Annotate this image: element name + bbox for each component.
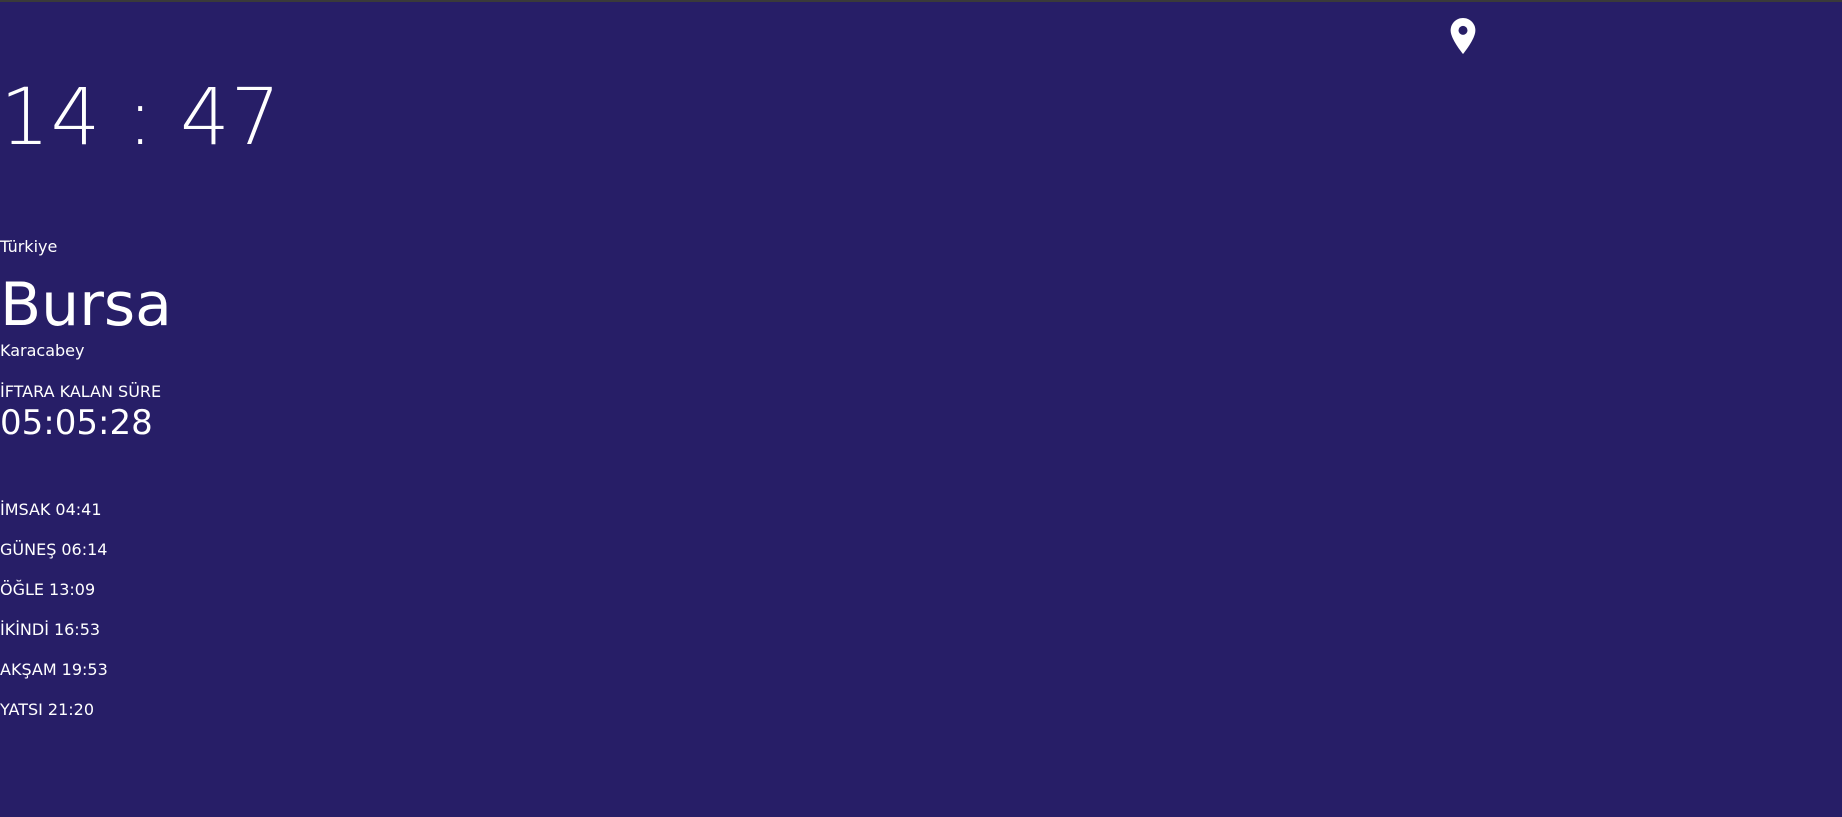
prayer-times-list: İMSAK 04:41 GÜNEŞ 06:14 ÖĞLE 13:09 İKİNDİ 16… [0,498,1842,738]
prayer-name: İMSAK [0,500,51,519]
prayer-name: AKŞAM [0,660,57,679]
prayer-time-aksam: AKŞAM 19:53 [0,658,1842,698]
prayer-name: ÖĞLE [0,580,45,599]
city-name: Bursa [0,270,172,340]
prayer-time: 06:14 [61,540,108,559]
map-pin-icon [1449,18,1477,58]
location-button[interactable] [1447,18,1479,58]
countdown-value: 05:05:28 [0,403,153,443]
prayer-time-ikindi: İKİNDİ 16:53 [0,618,1842,658]
prayer-time: 16:53 [53,620,101,639]
countdown-label: İFTARA KALAN SÜRE [0,382,162,401]
prayer-time: 04:41 [55,500,102,519]
prayer-name: YATSI [0,700,43,719]
window-top-border [0,0,1842,2]
prayer-name: İKİNDİ [0,620,49,639]
prayer-time: 19:53 [61,660,108,679]
country-label: Türkiye [0,237,58,256]
current-time: 14 : 47 [0,73,282,163]
prayer-time-ogle: ÖĞLE 13:09 [0,578,1842,618]
prayer-name: GÜNEŞ [0,540,57,559]
prayer-time-imsak: İMSAK 04:41 [0,498,1842,538]
prayer-time: 13:09 [49,580,96,599]
prayer-time: 21:20 [47,700,94,719]
prayer-time-gunes: GÜNEŞ 06:14 [0,538,1842,578]
prayer-time-yatsi: YATSI 21:20 [0,698,1842,738]
district-label: Karacabey [0,341,85,360]
